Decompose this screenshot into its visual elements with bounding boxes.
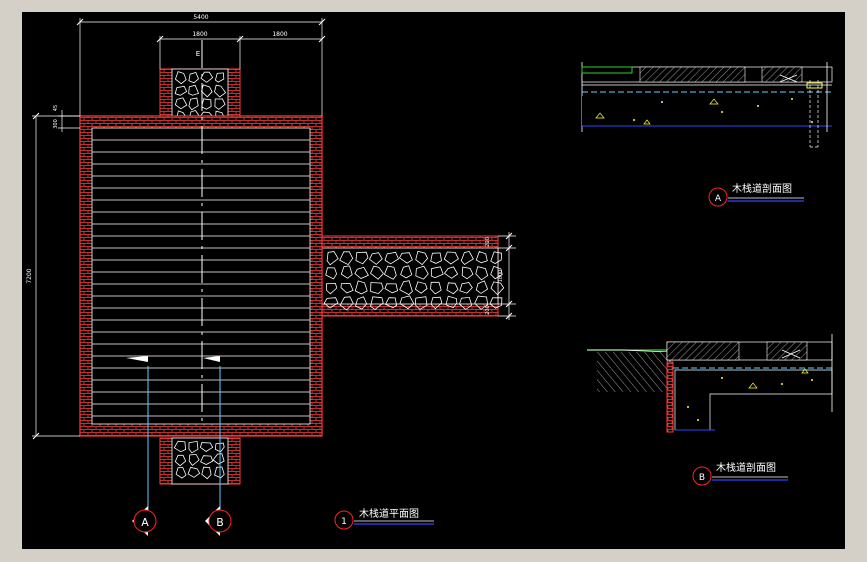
dim-branch-top: 200: [485, 237, 491, 247]
deck-boards: [91, 127, 311, 425]
callout-a-letter: A: [141, 516, 149, 529]
dim-top-offset-b: 45: [53, 105, 59, 111]
dim-overall-height: 7200: [26, 268, 33, 283]
dim-branch-bottom: 200: [485, 305, 491, 315]
section-a-number: A: [715, 194, 722, 204]
dim-right-span: 1800: [272, 31, 287, 38]
dim-top-offset-a: 300: [53, 119, 59, 129]
dim-branch-middle: 1800: [498, 270, 504, 283]
plan-title: 木栈道平面图: [359, 507, 419, 520]
plan-number: 1: [341, 517, 347, 527]
cad-drawing-canvas[interactable]: 5400 1800 1800 E 300 45 7200 200 1800 20…: [22, 12, 845, 549]
section-b-title: 木栈道剖面图: [716, 461, 776, 474]
section-b-drawing: [587, 334, 833, 486]
dim-overall-width: 5400: [193, 14, 208, 21]
dim-left-span: 1800: [192, 31, 207, 38]
section-a-title: 木栈道剖面图: [732, 182, 792, 195]
section-a-drawing: [581, 62, 833, 207]
callout-b-letter: B: [216, 516, 224, 529]
section-b-number: B: [699, 473, 705, 483]
grid-mark: E: [196, 50, 200, 58]
drawing-sheet: 5400 1800 1800 E 300 45 7200 200 1800 20…: [26, 14, 833, 536]
plan-view: [32, 18, 516, 536]
